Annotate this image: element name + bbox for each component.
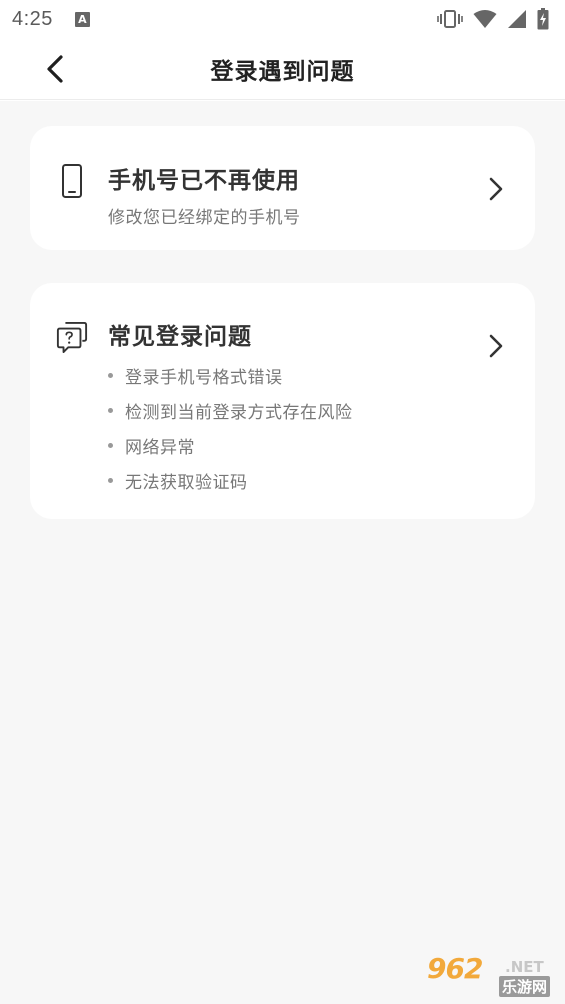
header: 登录遇到问题 [0, 38, 565, 100]
watermark-number: 962 [427, 952, 483, 985]
chevron-right-icon [489, 177, 503, 201]
back-button[interactable] [36, 50, 74, 88]
bullet-icon [108, 408, 113, 413]
card-title: 常见登录问题 [108, 324, 252, 350]
status-left: 4:25 A [12, 8, 90, 31]
faq-item-label: 登录手机号格式错误 [125, 368, 283, 388]
site-watermark: 962 .NET 乐游网 [427, 952, 557, 998]
status-right [437, 8, 549, 30]
phone-no-longer-used-card[interactable]: 手机号已不再使用 修改您已经绑定的手机号 [30, 126, 535, 250]
chevron-right-icon [489, 334, 503, 358]
common-login-problems-card[interactable]: 常见登录问题 登录手机号格式错误 检测到当前登录方式存在风险 网络异常 无法获取… [30, 283, 535, 519]
bullet-icon [108, 443, 113, 448]
watermark-suffix: .NET [505, 958, 544, 976]
status-time: 4:25 [12, 7, 53, 30]
faq-item: 无法获取验证码 [108, 463, 353, 498]
signal-icon [508, 10, 526, 28]
card-subtitle: 修改您已经绑定的手机号 [108, 208, 301, 228]
faq-list: 登录手机号格式错误 检测到当前登录方式存在风险 网络异常 无法获取验证码 [108, 358, 353, 498]
page-title: 登录遇到问题 [210, 58, 355, 85]
faq-item: 检测到当前登录方式存在风险 [108, 393, 353, 428]
faq-item: 网络异常 [108, 428, 353, 463]
content-area: 手机号已不再使用 修改您已经绑定的手机号 常见登录问题 登录手机号格式错误 检测… [0, 101, 565, 1004]
watermark-cn: 乐游网 [499, 976, 551, 997]
bullet-icon [108, 373, 113, 378]
help-chat-icon [56, 321, 88, 353]
bullet-icon [108, 478, 113, 483]
faq-item: 登录手机号格式错误 [108, 358, 353, 393]
vibrate-icon [437, 10, 463, 28]
faq-item-label: 网络异常 [125, 438, 195, 458]
battery-icon [537, 8, 549, 30]
faq-item-label: 无法获取验证码 [125, 473, 248, 493]
card-title: 手机号已不再使用 [108, 168, 300, 194]
wifi-icon [473, 10, 497, 28]
status-bar: 4:25 A [0, 0, 565, 38]
chevron-left-icon [47, 55, 63, 83]
faq-item-label: 检测到当前登录方式存在风险 [125, 403, 353, 423]
a-notification-icon: A [74, 11, 90, 27]
mobile-phone-icon [62, 164, 82, 198]
